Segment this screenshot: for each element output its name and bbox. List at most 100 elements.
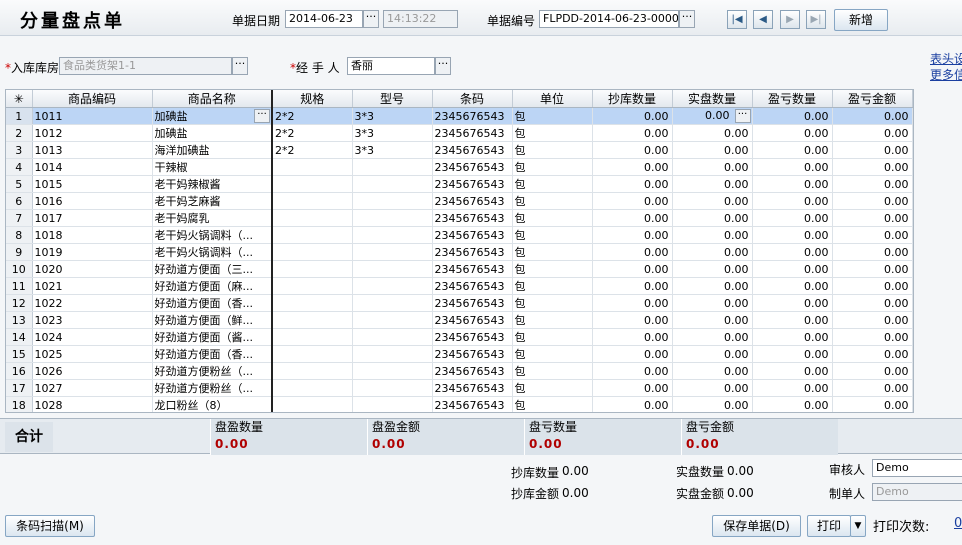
cell-code[interactable]: 1025 <box>32 345 153 363</box>
cell-picker-button[interactable]: ··· <box>254 109 270 123</box>
barcode-scan-button[interactable]: 条码扫描(M) <box>5 515 95 537</box>
auditor-input[interactable]: Demo <box>872 459 962 477</box>
cell-actual[interactable]: 0.00 <box>672 260 753 278</box>
cell-barcode[interactable]: 2345676543 <box>432 209 513 227</box>
col-header[interactable]: 商品名称 <box>152 90 273 108</box>
add-button[interactable]: 新增 <box>834 9 888 31</box>
cell-amount[interactable]: 0.00 <box>832 141 913 159</box>
cell-amount[interactable]: 0.00 <box>832 345 913 363</box>
cell-unit[interactable]: 包 <box>512 345 593 363</box>
cell-model[interactable] <box>352 277 433 295</box>
cell-model[interactable] <box>352 294 433 312</box>
cell-amount[interactable]: 0.00 <box>832 277 913 295</box>
cell-diff[interactable]: 0.00 <box>752 158 833 176</box>
cell-actual[interactable]: 0.00 <box>672 362 753 380</box>
cell-diff[interactable]: 0.00 <box>752 294 833 312</box>
row-number[interactable]: 18 <box>6 396 33 412</box>
cell-actual[interactable]: 0.00 <box>672 192 753 210</box>
cell-actual[interactable]: 0.00 <box>672 311 753 329</box>
cell-actual[interactable]: 0.00 ··· <box>672 107 753 125</box>
cell-unit[interactable]: 包 <box>512 192 593 210</box>
cell-name[interactable]: 老干妈辣椒酱 <box>152 175 273 193</box>
warehouse-picker-button[interactable]: ··· <box>232 57 248 75</box>
next-record-button[interactable]: ▶ <box>780 10 800 29</box>
row-number[interactable]: 3 <box>6 141 33 159</box>
cell-diff[interactable]: 0.00 <box>752 209 833 227</box>
cell-amount[interactable]: 0.00 <box>832 107 913 125</box>
cell-unit[interactable]: 包 <box>512 141 593 159</box>
cell-spec[interactable] <box>272 243 353 261</box>
cell-book[interactable]: 0.00 <box>592 328 673 346</box>
cell-book[interactable]: 0.00 <box>592 192 673 210</box>
save-button[interactable]: 保存单据(D) <box>712 515 801 537</box>
cell-actual[interactable]: 0.00 <box>672 294 753 312</box>
cell-book[interactable]: 0.00 <box>592 345 673 363</box>
col-header[interactable]: 盈亏金额 <box>832 90 913 108</box>
cell-code[interactable]: 1023 <box>32 311 153 329</box>
first-record-button[interactable]: |◀ <box>727 10 747 29</box>
row-number[interactable]: 12 <box>6 294 33 312</box>
cell-name[interactable]: 好劲道方便面（三... <box>152 260 273 278</box>
print-count-value[interactable]: 0 <box>954 516 962 531</box>
more-info-link[interactable]: 更多信 <box>930 66 962 83</box>
cell-spec[interactable] <box>272 277 353 295</box>
cell-name[interactable]: 好劲道方便面（酱... <box>152 328 273 346</box>
cell-model[interactable] <box>352 209 433 227</box>
cell-spec[interactable] <box>272 396 353 412</box>
col-header[interactable]: 单位 <box>512 90 593 108</box>
table-row[interactable]: 6 1016 老干妈芝麻酱 2345676543 包 0.00 0.00 0.00 0.00 <box>6 192 913 210</box>
cell-spec[interactable] <box>272 192 353 210</box>
cell-model[interactable]: 3*3 <box>352 124 433 142</box>
cell-code[interactable]: 1013 <box>32 141 153 159</box>
cell-amount[interactable]: 0.00 <box>832 209 913 227</box>
cell-spec[interactable]: 2*2 <box>272 124 353 142</box>
cell-name[interactable]: 好劲道方便面（麻... <box>152 277 273 295</box>
cell-barcode[interactable]: 2345676543 <box>432 260 513 278</box>
cell-barcode[interactable]: 2345676543 <box>432 124 513 142</box>
cell-book[interactable]: 0.00 <box>592 396 673 412</box>
cell-model[interactable]: 3*3 <box>352 141 433 159</box>
cell-barcode[interactable]: 2345676543 <box>432 243 513 261</box>
cell-spec[interactable] <box>272 175 353 193</box>
row-number[interactable]: 5 <box>6 175 33 193</box>
inventory-grid[interactable]: ✳ 商品编码 商品名称 规格 型号 条码 单位 抄库数量 实盘数量 盈亏数量 盈… <box>5 89 914 413</box>
cell-diff[interactable]: 0.00 <box>752 328 833 346</box>
cell-spec[interactable] <box>272 260 353 278</box>
table-row[interactable]: 16 1026 好劲道方便粉丝（... 2345676543 包 0.00 0.00 0.00… <box>6 362 913 380</box>
cell-amount[interactable]: 0.00 <box>832 243 913 261</box>
cell-book[interactable]: 0.00 <box>592 158 673 176</box>
cell-barcode[interactable]: 2345676543 <box>432 379 513 397</box>
cell-unit[interactable]: 包 <box>512 260 593 278</box>
cell-unit[interactable]: 包 <box>512 124 593 142</box>
cell-picker-button[interactable]: ··· <box>734 109 751 123</box>
cell-actual[interactable]: 0.00 <box>672 396 753 412</box>
cell-amount[interactable]: 0.00 <box>832 379 913 397</box>
cell-barcode[interactable]: 2345676543 <box>432 277 513 295</box>
cell-barcode[interactable]: 2345676543 <box>432 192 513 210</box>
cell-model[interactable] <box>352 175 433 193</box>
cell-amount[interactable]: 0.00 <box>832 124 913 142</box>
cell-name[interactable]: 加碘盐 ··· <box>152 107 273 125</box>
handler-input[interactable]: 香丽 <box>347 57 435 75</box>
cell-spec[interactable] <box>272 311 353 329</box>
row-number[interactable]: 4 <box>6 158 33 176</box>
cell-code[interactable]: 1012 <box>32 124 153 142</box>
cell-actual[interactable]: 0.00 <box>672 141 753 159</box>
table-row[interactable]: 10 1020 好劲道方便面（三... 2345676543 包 0.00 0.00 0.00… <box>6 260 913 278</box>
table-row[interactable]: 9 1019 老干妈火锅调料（... 2345676543 包 0.00 0.00 0.00 0… <box>6 243 913 261</box>
cell-name[interactable]: 好劲道方便面（香... <box>152 345 273 363</box>
cell-name[interactable]: 老干妈火锅调料（... <box>152 226 273 244</box>
row-number[interactable]: 16 <box>6 362 33 380</box>
cell-actual[interactable]: 0.00 <box>672 124 753 142</box>
col-header[interactable]: 型号 <box>352 90 433 108</box>
cell-diff[interactable]: 0.00 <box>752 226 833 244</box>
cell-name[interactable]: 好劲道方便粉丝（... <box>152 379 273 397</box>
cell-name[interactable]: 干辣椒 <box>152 158 273 176</box>
prev-record-button[interactable]: ◀ <box>753 10 773 29</box>
cell-code[interactable]: 1019 <box>32 243 153 261</box>
row-number[interactable]: 13 <box>6 311 33 329</box>
cell-name[interactable]: 老干妈火锅调料（... <box>152 243 273 261</box>
cell-diff[interactable]: 0.00 <box>752 243 833 261</box>
cell-book[interactable]: 0.00 <box>592 260 673 278</box>
cell-code[interactable]: 1014 <box>32 158 153 176</box>
